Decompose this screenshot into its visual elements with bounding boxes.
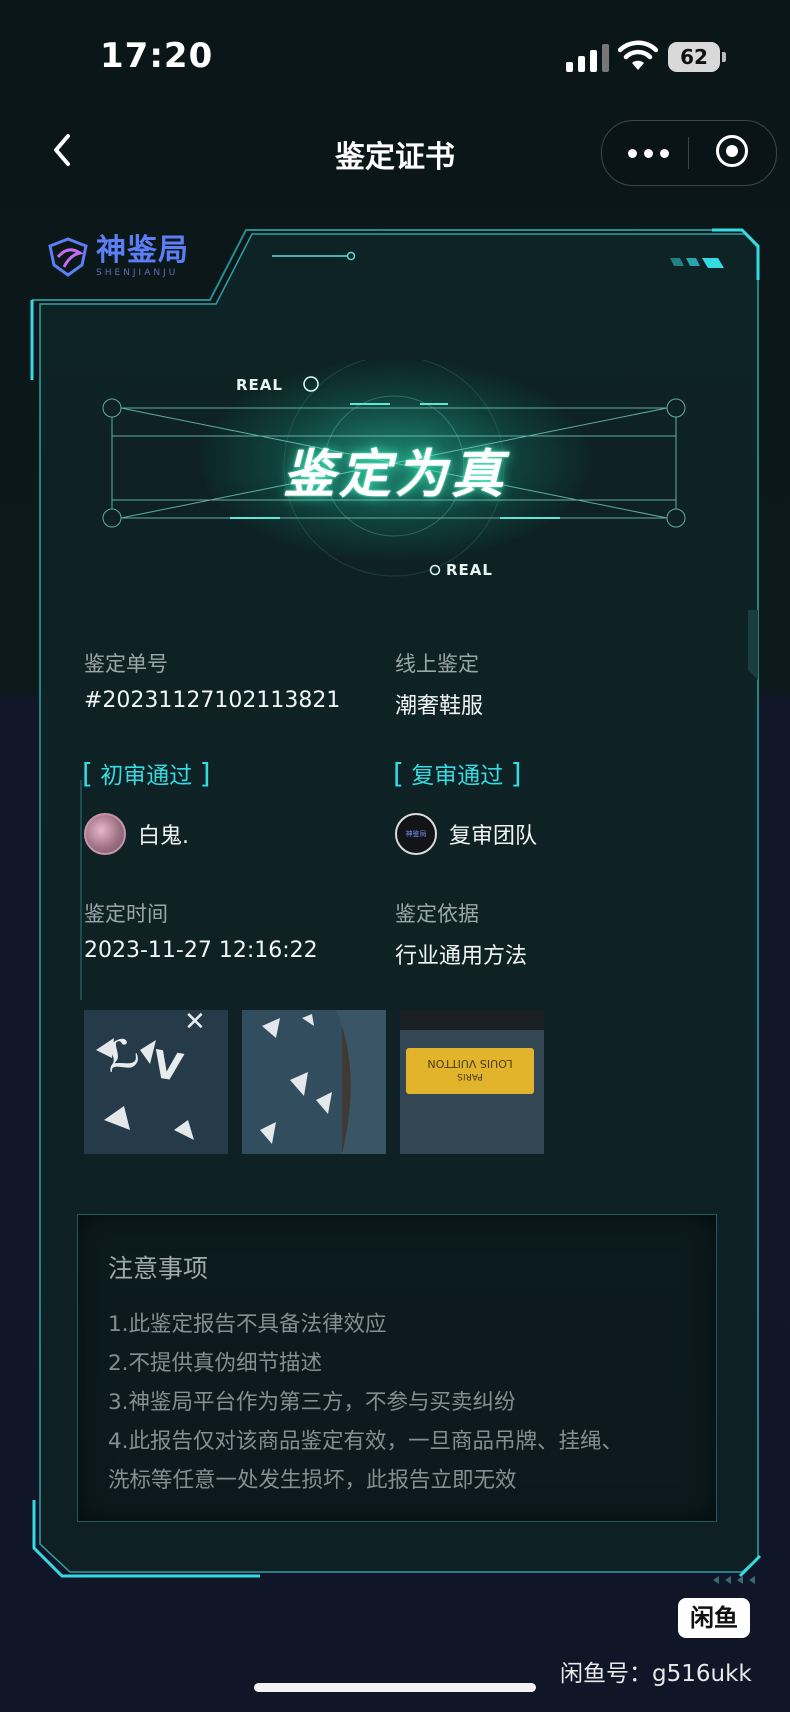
shield-logo-icon [48,237,88,277]
avatar [84,813,126,855]
verdict-hero: REAL 鉴定为真 REAL [100,360,690,580]
svg-text:✕: ✕ [184,1010,206,1037]
care-label-brand: LOUIS VUITTON [427,1057,512,1070]
notice-line-4: 4.此报告仅对该商品鉴定有效，一旦商品吊牌、挂绳、 [108,1429,624,1454]
brand-subtitle: SHENJIANJU [96,268,179,278]
time-label: 鉴定时间 [84,902,168,926]
wifi-icon [618,40,658,70]
notice-line-2: 2.不提供真伪细节描述 [108,1351,323,1376]
evidence-photo-1[interactable]: ℒ V ᐩ ✕ [84,1010,228,1154]
real-tag-bottom: REAL [446,561,493,579]
status-time: 17:20 [100,36,214,76]
xianyu-logo: 闲鱼 [678,1598,750,1638]
monogram-fabric-image: ℒ V ᐩ ✕ [84,1010,228,1154]
second-review-text: 复审通过 [411,763,504,789]
evidence-photo-3[interactable]: LOUIS VUITTON PARIS [400,1010,544,1154]
notice-panel: 注意事项 1.此鉴定报告不具备法律效应 2.不提供真伪细节描述 3.神鉴局平台作… [77,1214,717,1522]
notice-title: 注意事项 [108,1254,209,1283]
evidence-photo-2[interactable] [242,1010,386,1154]
first-reviewer: 白鬼. [84,813,189,855]
second-reviewer: 神鉴局 复审团队 [395,813,537,855]
category-value: 潮奢鞋服 [395,694,484,719]
order-number-value: #20231127102113821 [84,688,341,713]
second-reviewer-name: 复审团队 [449,824,538,849]
care-label-image: LOUIS VUITTON PARIS [400,1010,544,1154]
notice-line-1: 1.此鉴定报告不具备法律效应 [108,1312,387,1337]
monogram-fabric-image [242,1010,386,1154]
status-bar: 17:20 62 [0,0,790,110]
first-reviewer-name: 白鬼. [138,824,189,849]
order-number-label: 鉴定单号 [84,652,168,676]
real-tag-top: REAL [236,376,283,394]
home-indicator[interactable] [254,1683,536,1692]
notice-line-5: 洗标等任意一处发生损坏，此报告立即无效 [108,1468,517,1493]
care-label-city: PARIS [457,1071,483,1081]
team-avatar-logo: 神鉴局 [405,830,427,838]
xianyu-id-watermark: 闲鱼号：g516ukk [560,1661,752,1687]
battery-tip [722,52,726,62]
first-review-text: 初审通过 [100,763,193,789]
signal-icon [566,44,609,72]
basis-value: 行业通用方法 [395,944,528,969]
team-avatar: 神鉴局 [395,813,437,855]
brand-name: 神鉴局 [96,233,189,268]
time-value: 2023-11-27 12:16:22 [84,938,318,963]
first-review-badge: [ 初审通过 ] [82,757,211,790]
basis-label: 鉴定依据 [395,902,479,926]
notice-line-3: 3.神鉴局平台作为第三方，不参与买卖纠纷 [108,1390,516,1415]
mini-program-capsule [601,120,777,186]
more-icon[interactable] [628,149,669,158]
brand-logo: 神鉴局 SHENJIANJU [46,236,189,278]
method-label: 线上鉴定 [395,652,479,676]
battery-icon: 62 [668,42,720,72]
close-miniprogram-icon[interactable] [716,135,748,167]
verdict-title: 鉴定为真 [282,445,507,505]
second-review-badge: [ 复审通过 ] [393,757,522,790]
capsule-divider [688,137,689,169]
